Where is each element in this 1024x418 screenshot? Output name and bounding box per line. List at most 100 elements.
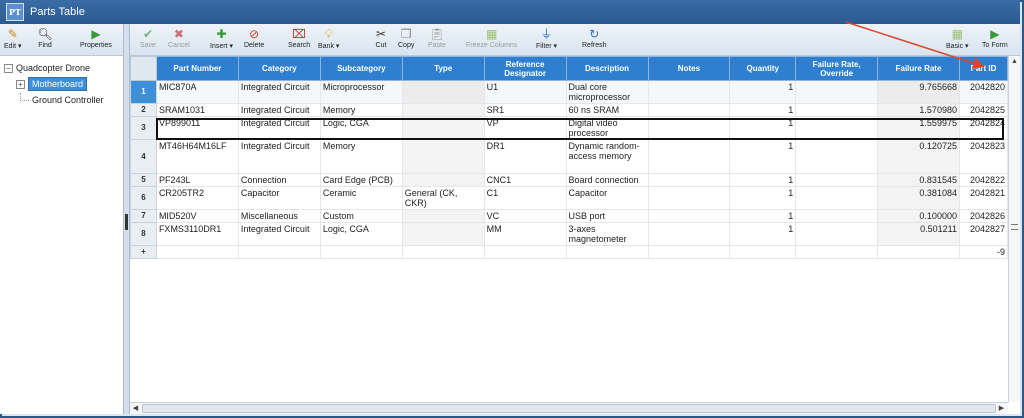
cell-cat[interactable]: Integrated Circuit xyxy=(237,116,321,140)
cell-part[interactable]: FXMS3110DR1 xyxy=(155,222,239,246)
cell-qty[interactable]: 1 xyxy=(729,103,797,117)
cell-fro[interactable] xyxy=(795,173,879,187)
cell-fro[interactable] xyxy=(795,186,879,210)
cell-sub[interactable]: Ceramic xyxy=(319,186,403,210)
tree-node-label[interactable]: Motherboard xyxy=(28,77,88,91)
cell-ref[interactable]: SR1 xyxy=(483,103,567,117)
cell-id[interactable]: 2042823 xyxy=(958,139,1008,174)
cell-fro[interactable] xyxy=(795,116,879,140)
scroll-grip-icon[interactable] xyxy=(1011,224,1018,230)
cell-id[interactable]: 2042826 xyxy=(958,209,1008,223)
cell-part[interactable]: SRAM1031 xyxy=(155,103,239,117)
new-row-cell[interactable] xyxy=(729,245,797,259)
new-row-cell[interactable]: -9 xyxy=(958,245,1008,259)
cell-ref[interactable]: CNC1 xyxy=(483,173,567,187)
cell-notes[interactable] xyxy=(647,139,731,174)
cell-ref[interactable]: C1 xyxy=(483,186,567,210)
cell-desc[interactable]: Capacitor xyxy=(565,186,649,210)
cell-part[interactable]: MT46H64M16LF xyxy=(155,139,239,174)
copy-button[interactable]: ❐ Copy xyxy=(398,27,414,49)
cell-sub[interactable]: Memory xyxy=(319,103,403,117)
cell-sub[interactable]: Card Edge (PCB) xyxy=(319,173,403,187)
cell-cat[interactable]: Integrated Circuit xyxy=(237,80,321,104)
cell-id[interactable]: 2042824 xyxy=(958,116,1008,140)
table-row[interactable]: 5 PF243L Connection Card Edge (PCB) CNC1 Boar… xyxy=(130,173,1008,187)
cell-desc[interactable]: 3-axes magnetometer xyxy=(565,222,649,246)
cancel-button[interactable]: ✖ Cancel xyxy=(168,27,190,49)
basic-view-button[interactable]: ▦ Basic ▾ xyxy=(946,27,969,50)
cell-sub[interactable]: Memory xyxy=(319,139,403,174)
filter-button[interactable]: ⏚ Filter ▾ xyxy=(536,27,557,50)
table-row[interactable]: 1 MIC870A Integrated Circuit Microprocessor… xyxy=(130,80,1008,104)
cell-type[interactable] xyxy=(401,222,485,246)
table-row[interactable]: 4 MT46H64M16LF Integrated Circuit Memory DR1… xyxy=(130,139,1008,174)
tree-node-label[interactable]: Ground Controller xyxy=(32,95,104,105)
cell-qty[interactable]: 1 xyxy=(729,186,797,210)
row-number[interactable]: 7 xyxy=(130,209,157,223)
cell-fr[interactable]: 0.501211 xyxy=(877,222,960,246)
table-row[interactable]: 6 CR205TR2 Capacitor Ceramic General (CK, CK… xyxy=(130,186,1008,210)
row-number[interactable]: 4 xyxy=(130,139,157,174)
table-row[interactable]: 7 MID520V Miscellaneous Custom VC USB port 1 0.… xyxy=(130,209,1008,223)
horizontal-scrollbar[interactable]: ◀ ▶ xyxy=(130,402,1008,414)
cell-type[interactable] xyxy=(401,139,485,174)
cell-part[interactable]: MID520V xyxy=(155,209,239,223)
column-header[interactable]: Notes xyxy=(647,56,731,81)
cell-fr[interactable]: 0.381084 xyxy=(877,186,960,210)
column-header[interactable]: Failure Rate, Override xyxy=(795,56,879,81)
table-row[interactable]: 2 SRAM1031 Integrated Circuit Memory SR1 60 n… xyxy=(130,103,1008,117)
cell-fr[interactable]: 0.120725 xyxy=(877,139,960,174)
cell-type[interactable] xyxy=(401,103,485,117)
cell-id[interactable]: 2042825 xyxy=(958,103,1008,117)
check-button[interactable]: ✔ Save xyxy=(140,27,156,49)
cell-cat[interactable]: Miscellaneous xyxy=(237,209,321,223)
cell-qty[interactable]: 1 xyxy=(729,139,797,174)
cell-cat[interactable]: Integrated Circuit xyxy=(237,139,321,174)
cell-qty[interactable]: 1 xyxy=(729,222,797,246)
new-row-cell[interactable] xyxy=(155,245,239,259)
column-header[interactable]: Part Number xyxy=(155,56,239,81)
new-row-cell[interactable] xyxy=(565,245,649,259)
cell-id[interactable]: 2042827 xyxy=(958,222,1008,246)
cell-fr[interactable]: 0.100000 xyxy=(877,209,960,223)
scissors-button[interactable]: ✂ Cut xyxy=(374,27,388,49)
cell-id[interactable]: 2042821 xyxy=(958,186,1008,210)
cell-fr[interactable]: 0.831545 xyxy=(877,173,960,187)
new-row-cell[interactable] xyxy=(401,245,485,259)
cell-type[interactable] xyxy=(401,209,485,223)
cell-sub[interactable]: Microprocessor xyxy=(319,80,403,104)
column-header[interactable]: Quantity xyxy=(729,56,797,81)
to-form-button[interactable]: ▶ To Form xyxy=(982,27,1008,49)
cell-qty[interactable]: 1 xyxy=(729,209,797,223)
cell-fro[interactable] xyxy=(795,80,879,104)
cell-ref[interactable]: VP xyxy=(483,116,567,140)
cell-fr[interactable]: 1.559975 xyxy=(877,116,960,140)
cell-notes[interactable] xyxy=(647,103,731,117)
cell-part[interactable]: MIC870A xyxy=(155,80,239,104)
scroll-thumb[interactable] xyxy=(142,404,996,413)
column-header[interactable]: Subcategory xyxy=(319,56,403,81)
cell-id[interactable]: 2042822 xyxy=(958,173,1008,187)
cell-fro[interactable] xyxy=(795,139,879,174)
cell-type[interactable] xyxy=(401,80,485,104)
cell-desc[interactable]: Board connection xyxy=(565,173,649,187)
collapse-toggle-icon[interactable]: − xyxy=(4,63,13,73)
scroll-right-icon[interactable]: ▶ xyxy=(996,403,1007,414)
cell-fr[interactable]: 9.765668 xyxy=(877,80,960,104)
cell-desc[interactable]: Dual core microprocessor xyxy=(565,80,649,104)
cell-id[interactable]: 2042820 xyxy=(958,80,1008,104)
new-row-cell[interactable] xyxy=(647,245,731,259)
cell-notes[interactable] xyxy=(647,209,731,223)
new-row-cell[interactable] xyxy=(483,245,567,259)
freeze-columns-button[interactable]: ▦ Freeze Columns xyxy=(466,27,517,49)
cell-cat[interactable]: Integrated Circuit xyxy=(237,222,321,246)
grid-corner[interactable] xyxy=(130,56,157,81)
delete-button[interactable]: ⊘ Delete xyxy=(244,27,264,49)
new-row-cell[interactable] xyxy=(877,245,960,259)
cell-sub[interactable]: Logic, CGA xyxy=(319,116,403,140)
row-number[interactable]: 1 xyxy=(130,80,157,104)
cell-fro[interactable] xyxy=(795,209,879,223)
vertical-scrollbar[interactable]: ▲ xyxy=(1008,56,1020,402)
row-number[interactable]: 3 xyxy=(130,116,157,140)
cell-type[interactable] xyxy=(401,173,485,187)
